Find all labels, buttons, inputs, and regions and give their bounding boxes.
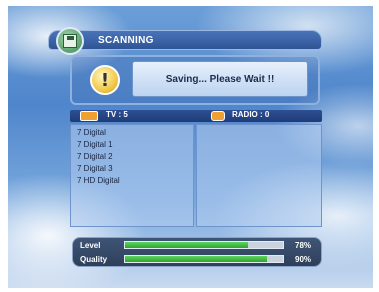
quality-value: 90%: [295, 255, 312, 264]
level-label: Level: [80, 241, 101, 250]
quality-bar-fill: [125, 256, 268, 262]
message-text: Saving... Please Wait !!: [165, 73, 275, 85]
level-value: 78%: [295, 241, 312, 250]
list-item[interactable]: 7 Digital 2: [77, 151, 193, 163]
radio-icon: [211, 111, 225, 121]
quality-bar: [124, 255, 284, 263]
list-item[interactable]: 7 HD Digital: [77, 175, 193, 187]
list-item[interactable]: 7 Digital 3: [77, 163, 193, 175]
list-item[interactable]: 7 Digital 1: [77, 139, 193, 151]
exclamation-icon: !: [90, 65, 120, 95]
list-item[interactable]: 7 Digital: [77, 127, 193, 139]
radio-channel-list[interactable]: [196, 124, 322, 227]
title-bar: [48, 30, 322, 50]
quality-label: Quality: [80, 255, 108, 264]
tv-channel-list[interactable]: 7 Digital 7 Digital 1 7 Digital 2 7 Digi…: [70, 124, 194, 227]
disk-save-icon: [56, 27, 84, 55]
tv-count-label: TV : 5: [106, 110, 128, 119]
level-bar-fill: [125, 242, 249, 248]
level-bar: [124, 241, 284, 249]
window-title: SCANNING: [98, 35, 154, 46]
message-box: Saving... Please Wait !!: [132, 61, 308, 97]
tv-icon: [80, 111, 98, 121]
radio-count-label: RADIO : 0: [232, 110, 270, 119]
